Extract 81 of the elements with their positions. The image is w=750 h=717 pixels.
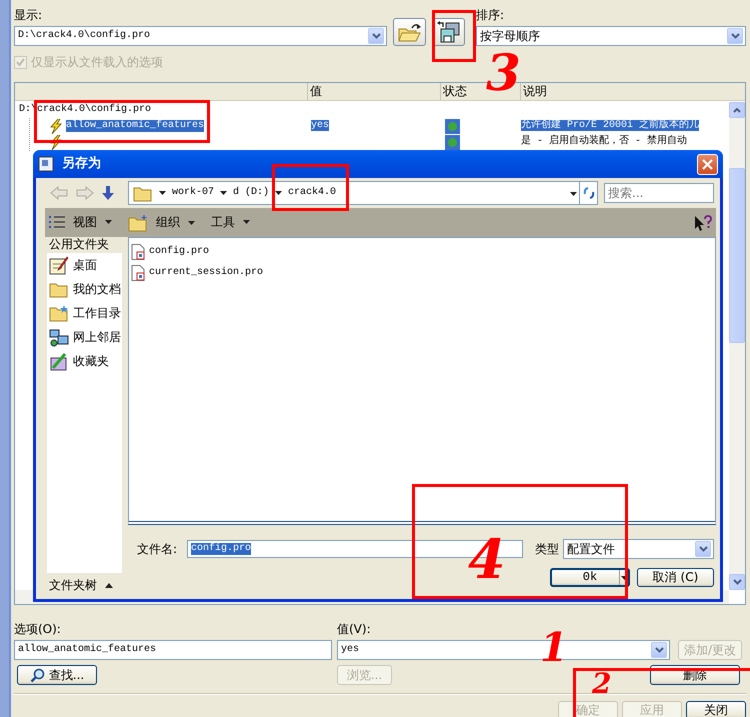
toolbar-menu[interactable]: 视图 <box>49 215 112 230</box>
folder-icon <box>49 304 69 322</box>
close-button[interactable] <box>697 154 718 174</box>
table-cell: 是 - 启用自动装配，否 - 禁用自动 <box>521 136 688 147</box>
favorites-icon <box>49 352 69 370</box>
caret-icon <box>620 576 628 580</box>
window-icon <box>38 156 54 172</box>
display-label: 显示: <box>14 8 42 24</box>
open-button[interactable] <box>393 18 426 46</box>
annotation-number: 2 <box>592 670 612 698</box>
cancel-button[interactable]: 取消 (C) <box>637 568 714 587</box>
chevron-down-icon <box>372 33 380 39</box>
find-button[interactable]: 查找... <box>17 665 97 685</box>
table-cell: yes <box>311 120 330 131</box>
help-cursor-icon[interactable] <box>694 214 712 230</box>
breadcrumb[interactable]: d (D:) <box>233 187 270 199</box>
type-label: 类型 <box>535 542 560 556</box>
lightning-icon <box>49 134 63 150</box>
folder-icon <box>398 22 422 42</box>
breadcrumb[interactable]: crack4.0 <box>288 187 336 199</box>
filename-label: 文件名: <box>137 542 178 556</box>
folder-icon <box>128 214 148 232</box>
type-combo[interactable]: 配置文件 <box>563 539 714 559</box>
caret-icon <box>105 220 112 224</box>
document-icon <box>131 244 145 260</box>
save-button[interactable] <box>432 18 465 46</box>
search-field[interactable]: 搜索... <box>604 183 714 203</box>
down-arrow-icon[interactable] <box>102 186 114 200</box>
search-icon <box>30 668 45 682</box>
window-title: 另存为 <box>62 156 101 172</box>
annotation-frame <box>432 10 476 62</box>
places-item[interactable]: 工作目录 <box>47 301 122 325</box>
caret-icon <box>243 220 250 224</box>
annotation-number: 3 <box>486 48 521 98</box>
toolbar-menu[interactable]: 组织 <box>128 214 195 232</box>
chevron-up-icon <box>733 108 741 112</box>
lightning-icon <box>49 118 63 134</box>
network-icon <box>49 328 69 346</box>
breadcrumb[interactable]: work-07 <box>172 187 214 199</box>
sort-combo[interactable]: 按字母顺序 <box>476 26 746 46</box>
document-icon <box>131 264 145 280</box>
toolbar-menu[interactable]: 工具 <box>211 215 250 230</box>
tree-item[interactable]: allow_anatomic_features <box>66 120 204 132</box>
folder-tree-toggle[interactable]: 文件夹树 <box>49 578 97 592</box>
places-title: 公用文件夹 <box>49 237 109 251</box>
vertical-scrollbar[interactable] <box>729 102 745 590</box>
address-bar[interactable]: work-07 d (D:) crack4.0 <box>128 181 580 205</box>
places-item[interactable]: 我的文档 <box>47 277 122 301</box>
caret-icon <box>275 191 282 195</box>
path-combo[interactable]: D:\crack4.0\config.pro <box>14 26 387 46</box>
column-header[interactable]: 值 <box>310 84 322 99</box>
file-item[interactable]: config.pro <box>131 244 210 260</box>
caret-icon <box>188 220 195 224</box>
places-item[interactable]: 桌面 <box>47 253 122 277</box>
refresh-icon <box>582 187 596 199</box>
list-view-icon <box>49 215 65 230</box>
chevron-down-icon <box>698 546 708 552</box>
places-item[interactable]: 网上邻居 <box>47 325 122 349</box>
file-item[interactable]: current_session.pro <box>131 264 264 280</box>
chevron-down-icon <box>654 647 664 653</box>
file-list[interactable]: config.pro current_session.pro <box>128 237 716 525</box>
column-header[interactable]: 状态 <box>443 84 467 99</box>
column-header[interactable]: 说明 <box>523 84 547 99</box>
checkbox-label: 仅显示从文件载入的选项 <box>31 54 163 70</box>
refresh-button[interactable] <box>580 181 598 205</box>
ok-button[interactable]: 0k <box>550 568 630 587</box>
caret-icon <box>159 191 166 195</box>
option-field[interactable]: allow_anatomic_features <box>14 640 332 660</box>
notepad-icon <box>49 256 69 274</box>
caret-up-icon[interactable] <box>105 582 113 588</box>
value-label: 值(V): <box>337 622 371 638</box>
places-item[interactable]: 收藏夹 <box>47 349 122 373</box>
floppy-disk-icon <box>436 21 460 43</box>
sort-label: 排序: <box>476 8 504 24</box>
chevron-down-icon <box>730 33 740 39</box>
caret-icon <box>220 191 228 195</box>
close-icon <box>702 158 713 170</box>
caret-icon <box>570 192 577 196</box>
chevron-down-icon <box>732 579 742 585</box>
option-label: 选项(O): <box>14 622 61 636</box>
close-button[interactable]: 关闭 <box>686 701 746 717</box>
